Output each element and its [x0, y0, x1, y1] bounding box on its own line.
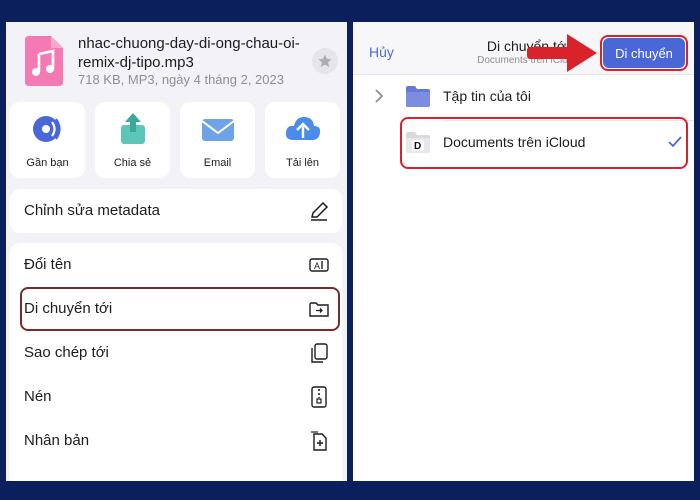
duplicate-label: Nhân bản	[24, 432, 90, 449]
move-picker-sheet: Hủy Di chuyển tới Documents trên iCloud …	[353, 22, 694, 481]
email-label: Email	[203, 157, 232, 169]
airdrop-action[interactable]: Gần bạn	[10, 102, 85, 178]
menu-item-copy-to[interactable]: Sao chép tới	[10, 331, 342, 375]
share-icon	[95, 112, 170, 146]
airdrop-label: Gần bạn	[26, 157, 69, 169]
file-name: nhac-chuong-day-di-ong-chau-oi-remix-dj-…	[78, 35, 300, 71]
picker-nav-bar: Hủy Di chuyển tới Documents trên iCloud …	[353, 22, 694, 75]
menu-item-edit-metadata[interactable]: Chỉnh sửa metadata	[10, 189, 342, 233]
share-action[interactable]: Chia sẻ	[95, 102, 170, 178]
file-menu-card: Đổi tên A Di chuyển tới Sao chép tới Nén…	[10, 243, 342, 481]
folder-icon	[406, 86, 430, 107]
metadata-card: Chỉnh sửa metadata	[10, 189, 342, 233]
upload-label: Tải lên	[285, 157, 320, 169]
email-icon	[180, 112, 255, 146]
copy-icon	[311, 343, 328, 363]
icloud-documents-highlight	[400, 117, 688, 169]
location-label: Tập tin của tôi	[443, 88, 531, 104]
edit-metadata-label: Chỉnh sửa metadata	[24, 202, 160, 219]
copy-to-label: Sao chép tới	[24, 344, 109, 361]
move-button-highlight	[600, 35, 688, 71]
zip-icon	[311, 386, 327, 408]
airdrop-icon	[10, 112, 85, 146]
bottom-border	[0, 481, 700, 500]
upload-action[interactable]: Tải lên	[265, 102, 340, 178]
top-border	[0, 0, 700, 22]
file-meta: 718 KB, MP3, ngày 4 tháng 2, 2023	[78, 72, 284, 87]
cancel-button[interactable]: Hủy	[369, 44, 394, 60]
file-header: nhac-chuong-day-di-ong-chau-oi-remix-dj-…	[6, 22, 347, 110]
rename-label: Đổi tên	[24, 256, 72, 273]
rename-icon: A	[309, 258, 329, 272]
menu-item-duplicate[interactable]: Nhân bản	[10, 419, 342, 463]
svg-text:A: A	[314, 261, 320, 271]
music-file-icon	[23, 36, 63, 86]
star-icon	[318, 54, 332, 67]
favorite-button[interactable]	[312, 48, 338, 74]
menu-item-rename[interactable]: Đổi tên A	[10, 243, 342, 287]
pencil-icon	[311, 201, 329, 221]
cloud-upload-icon	[265, 112, 340, 146]
file-actions-sheet: nhac-chuong-day-di-ong-chau-oi-remix-dj-…	[6, 22, 347, 481]
share-label: Chia sẻ	[113, 157, 152, 169]
menu-item-compress[interactable]: Nén	[10, 375, 342, 419]
chevron-right-icon[interactable]	[373, 88, 385, 104]
duplicate-icon	[311, 431, 327, 451]
compress-label: Nén	[24, 388, 52, 405]
location-my-files[interactable]: Tập tin của tôi	[353, 74, 694, 120]
screenshot-frame: nhac-chuong-day-di-ong-chau-oi-remix-dj-…	[0, 0, 700, 500]
move-to-highlight	[20, 287, 340, 331]
email-action[interactable]: Email	[180, 102, 255, 178]
red-arrow-icon	[527, 34, 597, 72]
